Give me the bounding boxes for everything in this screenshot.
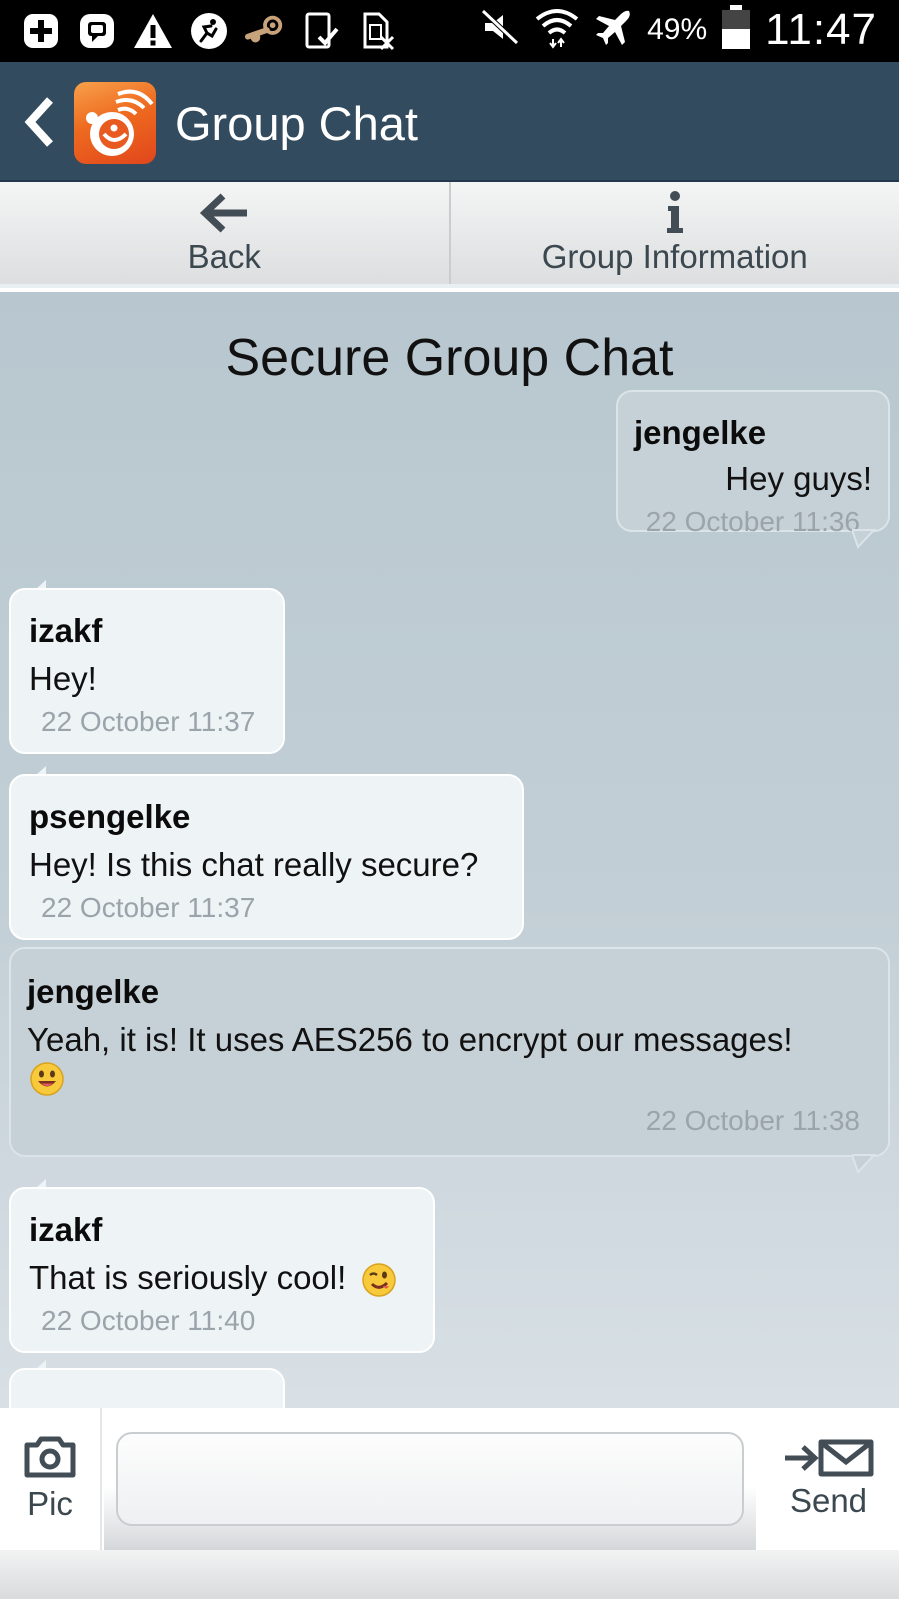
message-text: Hey!	[29, 660, 97, 697]
message-composer: Pic Send	[0, 1408, 899, 1550]
add-box-icon	[20, 11, 62, 51]
tablet-check-icon	[300, 11, 342, 51]
sports-icon	[188, 11, 230, 51]
chat-title: Secure Group Chat	[225, 329, 674, 387]
message-timestamp: 22 October 11:37	[41, 892, 256, 923]
arrow-left-icon	[197, 190, 251, 236]
send-label: Send	[789, 1482, 868, 1519]
message-bubble[interactable]: jengelke Yeah, it is! It uses AES256 to …	[9, 947, 890, 1157]
message-bubble[interactable]: jengelke Hey guys! 22 October 11:36	[616, 390, 890, 537]
message-input[interactable]	[116, 1432, 744, 1526]
group-information-label: Group Information	[541, 238, 808, 275]
bubble-tail	[852, 529, 877, 549]
message-timestamp: 22 October 11:40	[41, 1305, 256, 1336]
mute-icon	[479, 7, 521, 52]
notification-icons	[20, 11, 398, 51]
bubble-tail	[852, 1154, 877, 1174]
message-list[interactable]: Secure Group Chat jengelke Hey guys! 22 …	[0, 292, 899, 1408]
chat-toolbar: Back Group Information	[0, 182, 899, 288]
up-navigation-button[interactable]	[18, 92, 62, 152]
system-icons: 49% 11:47	[479, 4, 877, 55]
send-mail-icon	[784, 1439, 873, 1477]
message-text: Hey! Is this chat really secure?	[29, 846, 479, 883]
message-text-content: That is seriously cool!	[29, 1259, 347, 1296]
message-timestamp: 22 October 11:37	[41, 706, 256, 737]
pic-label: Pic	[27, 1485, 73, 1522]
message-text: That is seriously cool!	[29, 1259, 397, 1298]
app-bar: Group Chat	[0, 62, 899, 182]
message-text: Yeah, it is! It uses AES256 to encrypt o…	[27, 1021, 793, 1058]
message-timestamp: 22 October 11:38	[645, 1105, 860, 1136]
message-bubble-partial[interactable]	[9, 1368, 285, 1408]
app-bar-title: Group Chat	[175, 97, 418, 150]
back-button[interactable]: Back	[0, 182, 449, 284]
message-sender: psengelke	[29, 798, 191, 835]
send-button[interactable]: Send	[758, 1408, 899, 1550]
sim-off-icon	[356, 11, 398, 51]
status-bar: 49% 11:47	[0, 0, 899, 62]
message-sender: izakf	[29, 1211, 103, 1248]
wifi-icon	[535, 5, 579, 54]
message-bubble[interactable]: izakf That is seriously cool! 22 October…	[9, 1187, 435, 1353]
message-sender: jengelke	[634, 414, 767, 451]
chat-app-icon	[76, 11, 118, 51]
app-logo	[74, 82, 156, 164]
grinning-face-emoji	[30, 1062, 64, 1096]
battery-icon	[721, 4, 751, 55]
battery-percent: 49%	[647, 12, 708, 46]
chevron-left-icon	[24, 97, 53, 147]
clock: 11:47	[765, 4, 877, 54]
message-input-container	[104, 1408, 756, 1550]
back-label: Back	[187, 238, 261, 275]
message-sender: jengelke	[27, 973, 160, 1010]
message-text: Hey guys!	[725, 460, 872, 497]
group-information-button[interactable]: Group Information	[448, 182, 899, 284]
message-bubble[interactable]: psengelke Hey! Is this chat really secur…	[9, 774, 524, 940]
warning-icon	[132, 11, 174, 51]
winking-face-emoji	[362, 1263, 397, 1298]
info-icon	[663, 190, 687, 236]
message-bubble[interactable]: izakf Hey! 22 October 11:37	[9, 588, 285, 754]
airplane-icon	[593, 7, 633, 52]
camera-icon	[24, 1436, 76, 1478]
message-timestamp: 22 October 11:36	[645, 506, 860, 537]
steam-icon	[244, 11, 286, 51]
pic-button[interactable]: Pic	[0, 1408, 102, 1550]
message-sender: izakf	[29, 612, 103, 649]
system-navigation-bar	[0, 1550, 899, 1599]
